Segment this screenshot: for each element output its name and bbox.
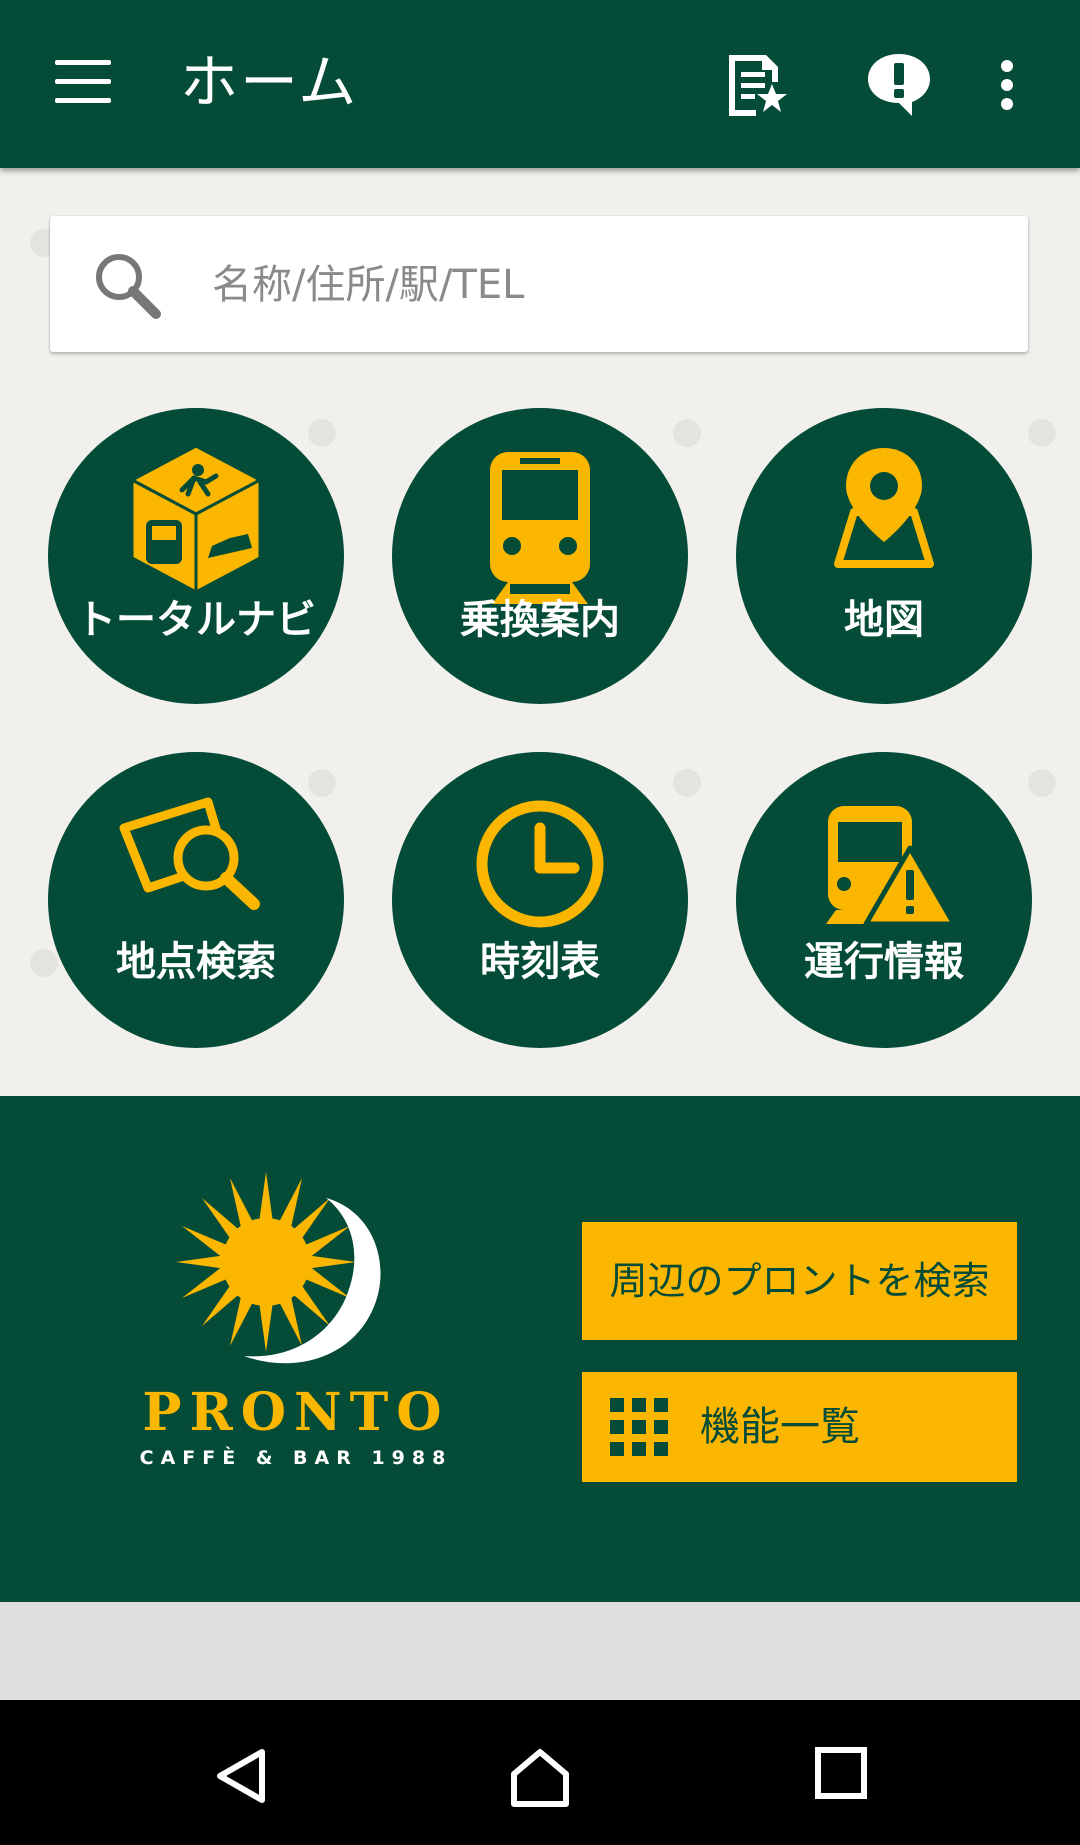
total-navi-cube-icon [128, 444, 264, 595]
app-bar: ホーム [0, 0, 1080, 168]
train-alert-icon [826, 806, 957, 927]
tile-label: 運行情報 [804, 939, 964, 985]
tile-service-info[interactable]: 運行情報 [736, 752, 1032, 1048]
recents-icon[interactable] [814, 1746, 868, 1800]
logo-text: PRONTO [142, 1382, 449, 1443]
menu-icon[interactable] [55, 60, 113, 104]
tile-label: 地点検索 [116, 939, 276, 985]
home-icon[interactable] [508, 1746, 572, 1808]
grid-icon [610, 1398, 668, 1456]
tile-timetable[interactable]: 時刻表 [392, 752, 688, 1048]
overflow-menu-icon[interactable] [1000, 60, 1016, 110]
tile-transfer[interactable]: 乗換案内 [392, 408, 688, 704]
tile-label: トータルナビ [76, 597, 316, 643]
system-nav-bar [0, 1700, 1080, 1845]
back-icon[interactable] [212, 1746, 270, 1806]
bookmark-star-icon[interactable] [726, 52, 788, 118]
feedback-icon[interactable] [866, 52, 932, 118]
bottom-gray-bar [0, 1602, 1080, 1700]
tile-place-search[interactable]: 地点検索 [48, 752, 344, 1048]
train-icon [490, 452, 590, 604]
clock-icon [476, 800, 604, 928]
tile-label: 乗換案内 [460, 597, 620, 643]
pronto-logo: PRONTO CAFFÈ & BAR 1988 [140, 1172, 453, 1469]
place-search-icon [119, 797, 260, 910]
tile-label: 地図 [844, 597, 924, 643]
tile-map[interactable]: 地図 [736, 408, 1032, 704]
search-input[interactable] [210, 244, 994, 326]
tile-label: 時刻表 [480, 939, 600, 985]
search-nearby-button[interactable]: 周辺のプロントを検索 [582, 1222, 1017, 1340]
footer-panel: PRONTO CAFFÈ & BAR 1988 周辺のプロントを検索 機能一覧 [0, 1096, 1080, 1602]
feature-list-label: 機能一覧 [700, 1404, 860, 1450]
search-box[interactable] [50, 216, 1028, 352]
search-nearby-label: 周辺のプロントを検索 [609, 1259, 990, 1303]
tile-total-navi[interactable]: トータルナビ [48, 408, 344, 704]
feature-list-button[interactable]: 機能一覧 [582, 1372, 1017, 1482]
map-pin-icon [834, 448, 934, 568]
logo-subtext: CAFFÈ & BAR 1988 [140, 1446, 453, 1469]
search-icon [96, 254, 161, 319]
home-content: トータルナビ 乗換案内 地図 地点検索 [0, 168, 1080, 1096]
page-title: ホーム [180, 48, 359, 116]
